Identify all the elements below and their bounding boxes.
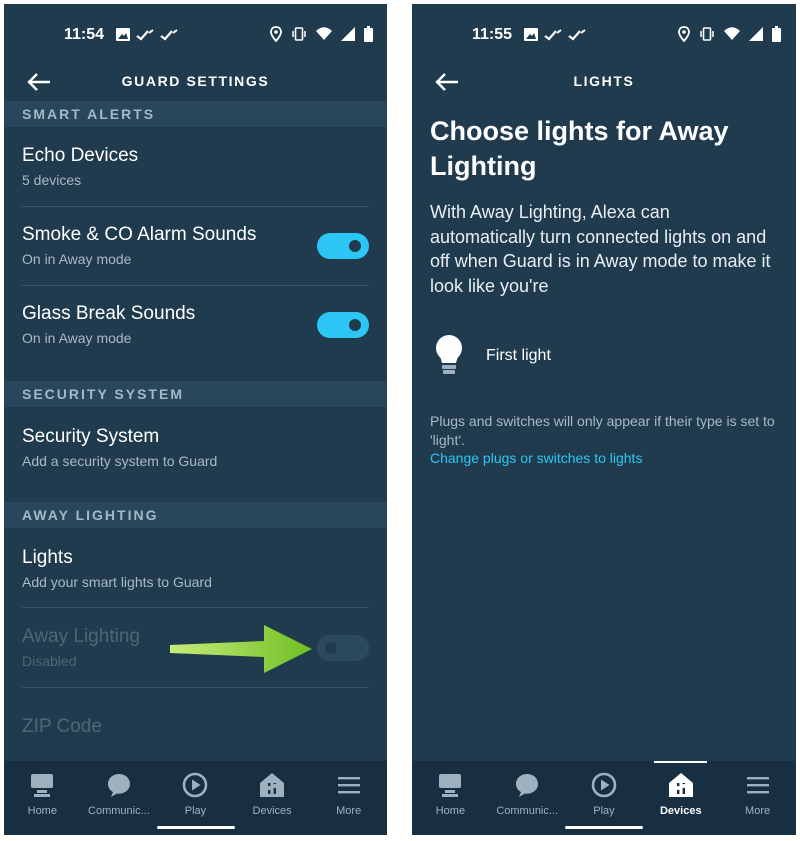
toggle-knob [349,240,361,252]
nav-home[interactable]: Home [4,761,81,835]
nav-devices[interactable]: Devices [234,761,311,835]
toggle-knob [325,642,337,654]
home-indicator[interactable] [157,826,235,829]
system-icons [270,26,373,42]
page-heading: Choose lights for Away Lighting [430,116,729,181]
nav-play[interactable]: Play [566,761,643,835]
nav-communicate[interactable]: Communic... [81,761,158,835]
nav-play[interactable]: Play [157,761,234,835]
row-subtitle: 5 devices [22,172,82,188]
vibrate-icon [292,27,306,41]
menu-icon [337,777,360,794]
nav-label: More [336,805,362,817]
check-icon [136,28,154,40]
nav-label: Devices [252,805,292,817]
active-indicator [654,761,708,763]
location-icon [270,26,282,42]
row-title: Echo Devices [22,145,139,166]
away-lighting-toggle[interactable] [317,635,369,661]
play-icon [183,772,208,798]
echo-devices-row[interactable]: Echo Devices 5 devices [22,145,369,188]
page-title: GUARD SETTINGS [121,73,270,89]
row-subtitle: On in Away mode [22,251,132,267]
nav-label: Home [435,805,466,817]
zip-code-row: ZIP Code [22,716,369,738]
row-title: Security System [22,426,160,447]
glass-break-toggle[interactable] [317,312,369,338]
location-icon [678,26,690,42]
nav-devices[interactable]: Devices [642,761,719,835]
notification-icons [524,28,586,41]
status-bar: 11:55 [412,4,796,68]
image-icon [524,28,538,41]
page-title: LIGHTS [573,73,635,89]
status-time: 11:54 [64,26,105,43]
play-icon [591,772,617,798]
bottom-navigation: Home Communic... Play Devices More [4,761,387,835]
row-title: ZIP Code [22,716,102,737]
check-icon [568,28,586,40]
image-icon [116,28,130,41]
nav-more[interactable]: More [310,761,387,835]
section-header-security-system: SECURITY SYSTEM [4,381,387,407]
divider [22,607,369,608]
battery-icon [772,26,781,42]
devices-icon [668,773,693,797]
notification-icons [116,28,178,41]
lights-row[interactable]: Lights Add your smart lights to Guard [22,547,369,590]
nav-more[interactable]: More [719,761,796,835]
battery-icon [364,26,373,42]
description-text: With Away Lighting, Alexa can automatica… [430,202,771,296]
bottom-navigation: Home Communic... Play Devices More [412,761,796,835]
chat-bubble-icon [516,774,539,797]
nav-home[interactable]: Home [412,761,489,835]
chat-bubble-icon [107,774,130,797]
home-icon [439,774,462,797]
bulb-icon [436,335,462,374]
app-bar: GUARD SETTINGS [4,60,387,104]
green-arrow-annotation [170,625,312,673]
smoke-co-toggle[interactable] [317,233,369,259]
nav-label: More [745,805,771,817]
toggle-knob [349,319,361,331]
info-note: Plugs and switches will only appear if t… [430,413,775,448]
vibrate-icon [700,27,714,41]
wifi-icon [316,27,332,40]
row-title: Lights [22,547,73,568]
row-subtitle: On in Away mode [22,330,132,346]
divider [22,206,369,207]
wifi-icon [724,27,740,40]
signal-icon [749,27,763,41]
nav-label: Home [27,805,57,817]
nav-label: Communic... [496,805,559,817]
section-header-away-lighting: AWAY LIGHTING [4,502,387,528]
status-time: 11:55 [472,26,513,43]
nav-label: Play [593,805,615,817]
menu-icon [746,777,769,794]
guard-settings-screen: 11:54 GUARD SETTINGS SMART ALERTS Echo D… [4,4,387,835]
change-plugs-link[interactable]: Change plugs or switches to lights [430,450,642,466]
check-icon [160,28,178,40]
row-subtitle: Add your smart lights to Guard [22,574,212,590]
nav-label: Devices [659,805,702,817]
devices-icon [260,773,285,797]
signal-icon [341,27,355,41]
app-bar: LIGHTS [412,60,796,104]
divider [22,285,369,286]
light-name: First light [486,347,551,364]
light-list-item[interactable]: First light [434,334,754,380]
security-system-row[interactable]: Security System Add a security system to… [22,426,369,469]
nav-label: Play [184,805,207,817]
section-header-smart-alerts: SMART ALERTS [4,101,387,127]
system-icons [678,26,781,42]
nav-label: Communic... [88,805,150,817]
divider [22,687,369,688]
row-subtitle: Add a security system to Guard [22,453,218,469]
check-icon [544,28,562,40]
lights-screen: 11:55 LIGHTS Choose lights for Away Ligh… [412,4,796,835]
home-icon [31,774,54,797]
status-bar: 11:54 [4,4,387,68]
nav-communicate[interactable]: Communic... [489,761,566,835]
home-indicator[interactable] [565,826,643,829]
